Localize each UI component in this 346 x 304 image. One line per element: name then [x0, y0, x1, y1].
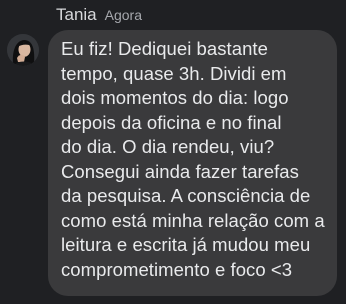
sender-name: Tania	[56, 5, 97, 24]
avatar-photo	[7, 34, 39, 66]
chat-view: Tania Agora Eu fiz! Dediquei bastante te…	[0, 0, 346, 304]
message-bubble[interactable]: Eu fiz! Dediquei bastante tempo, quase 3…	[48, 30, 337, 296]
message-text: Eu fiz! Dediquei bastante tempo, quase 3…	[61, 38, 325, 280]
message-timestamp: Agora	[104, 7, 142, 23]
message-header: Tania Agora	[56, 4, 142, 26]
avatar[interactable]	[7, 34, 39, 66]
